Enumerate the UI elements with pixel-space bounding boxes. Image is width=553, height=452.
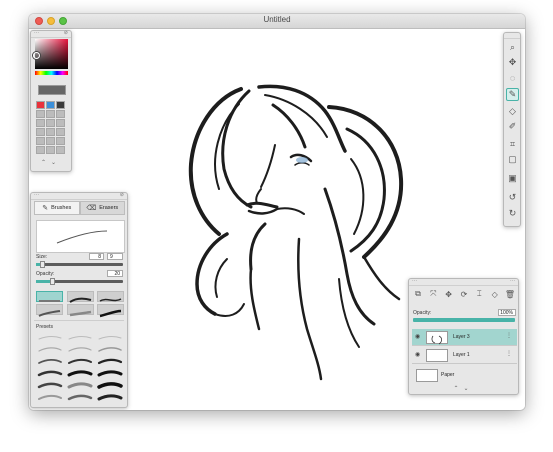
layer-thumbnail bbox=[426, 349, 448, 362]
size-label: Size: bbox=[36, 254, 48, 260]
panel-grip[interactable]: ··· ··· bbox=[409, 278, 518, 286]
tab-label: Erasers bbox=[99, 205, 119, 211]
swatch-empty[interactable] bbox=[46, 110, 55, 118]
text-icon[interactable]: ⌶ bbox=[473, 289, 485, 299]
layer-row[interactable]: ◉ Layer 1 ⋮ bbox=[412, 347, 517, 364]
eraser-icon[interactable]: ◇ bbox=[489, 290, 501, 299]
layer-opacity-slider[interactable] bbox=[413, 318, 515, 322]
color-panel: ··· ⊘ ⌃⌄ bbox=[30, 30, 72, 172]
zoom-icon[interactable]: ⌕ bbox=[506, 41, 519, 54]
tab-brushes[interactable]: ✎ Brushes bbox=[34, 201, 80, 215]
preset-strokes[interactable] bbox=[35, 333, 125, 408]
brush-icon[interactable]: ✎ bbox=[506, 88, 519, 101]
swatch-empty[interactable] bbox=[36, 137, 45, 145]
color-picker-handle[interactable] bbox=[33, 52, 40, 59]
brush-stroke-option[interactable] bbox=[97, 304, 124, 318]
visibility-icon[interactable]: ◉ bbox=[415, 351, 420, 358]
hue-slider[interactable] bbox=[35, 71, 68, 75]
eraser-icon[interactable]: ◇ bbox=[506, 105, 519, 118]
layer-row[interactable]: ◉ Layer 3 ⋮ bbox=[412, 329, 517, 346]
swatch-empty[interactable] bbox=[56, 137, 65, 145]
swatch-empty[interactable] bbox=[56, 128, 65, 136]
panel-grip[interactable]: ··· ⊘ bbox=[31, 192, 127, 200]
layer-toolbar: ⧉ ⤧ ✥ ⟳ ⌶ ◇ 🗑 bbox=[412, 287, 516, 301]
swatch-empty[interactable] bbox=[36, 128, 45, 136]
size-input[interactable]: 8 bbox=[89, 253, 104, 260]
layer-thumbnail bbox=[416, 369, 438, 382]
swatch-page-arrows[interactable]: ⌃⌄ bbox=[31, 159, 71, 166]
swatch-empty[interactable] bbox=[46, 137, 55, 145]
layer-row[interactable]: Paper bbox=[412, 367, 517, 384]
lasso-icon[interactable]: ◌ bbox=[506, 71, 519, 84]
brush-stroke-row bbox=[36, 304, 124, 318]
duplicate-icon[interactable]: ⧉ bbox=[412, 289, 424, 299]
swatch-dark[interactable] bbox=[56, 101, 65, 109]
brush-stroke-option[interactable] bbox=[36, 304, 63, 317]
layer-menu-icon[interactable]: ⋮ bbox=[506, 350, 512, 357]
layer-opacity-label: Opacity: bbox=[413, 310, 432, 316]
panel-grip[interactable]: ··· ⊘ bbox=[31, 30, 71, 38]
tool-palette: ⌕ ✥ ◌ ✎ ◇ ✐ ⌗ ▢ ▣ ↺ ↻ bbox=[503, 32, 521, 227]
presets-label: Presets bbox=[36, 324, 53, 330]
brush-panel: ··· ⊘ ✎ Brushes ⌫ Erasers Size: 8 9 Opaci… bbox=[30, 192, 128, 408]
brush-stroke-option[interactable] bbox=[66, 291, 94, 303]
tab-label: Brushes bbox=[51, 205, 72, 211]
saturation-value-picker[interactable] bbox=[33, 39, 68, 69]
brush-stroke-option[interactable] bbox=[66, 304, 94, 317]
title-bar: Untitled bbox=[29, 14, 525, 29]
brush-preview bbox=[36, 220, 125, 253]
layer-name: Layer 3 bbox=[453, 334, 470, 340]
swatch-empty[interactable] bbox=[56, 119, 65, 127]
transform-icon[interactable]: ⤧ bbox=[427, 289, 439, 299]
selection-icon[interactable]: ▢ bbox=[506, 153, 519, 166]
swatch-empty[interactable] bbox=[46, 128, 55, 136]
window-title: Untitled bbox=[263, 15, 291, 24]
layer-name: Paper bbox=[441, 372, 455, 378]
panel-grip[interactable] bbox=[504, 33, 520, 39]
layer-thumbnail bbox=[426, 331, 448, 345]
brush-icon: ✎ bbox=[42, 205, 49, 212]
layer-scroll-arrows[interactable]: ⌃⌄ bbox=[409, 385, 518, 392]
swatch-empty[interactable] bbox=[46, 146, 55, 154]
brush-stroke-row bbox=[36, 291, 124, 303]
swatch-empty[interactable] bbox=[36, 119, 45, 127]
layer-name: Layer 1 bbox=[453, 352, 470, 358]
opacity-input[interactable]: 20 bbox=[107, 270, 123, 277]
swatch-empty[interactable] bbox=[56, 110, 65, 118]
redo-icon[interactable]: ↻ bbox=[506, 207, 519, 220]
tab-erasers[interactable]: ⌫ Erasers bbox=[79, 201, 125, 215]
visibility-icon[interactable]: ◉ bbox=[415, 333, 420, 340]
app-window: Untitled ··· ⊘ ⌃⌄ ··· ⊘ ✎ Brushes ⌫ Eras… bbox=[29, 14, 525, 410]
size-max-input[interactable]: 9 bbox=[107, 253, 123, 260]
swatch-empty[interactable] bbox=[56, 146, 65, 154]
swatch-empty[interactable] bbox=[36, 146, 45, 154]
move-icon[interactable]: ✥ bbox=[443, 290, 455, 299]
slider-knob[interactable] bbox=[40, 261, 45, 268]
move-icon[interactable]: ✥ bbox=[506, 56, 519, 69]
crop-icon[interactable]: ⌗ bbox=[506, 138, 519, 151]
swatch-grid bbox=[36, 101, 67, 154]
swatch-empty[interactable] bbox=[46, 119, 55, 127]
current-color-swatch[interactable] bbox=[38, 85, 66, 95]
opacity-slider[interactable] bbox=[36, 278, 123, 285]
swatch-blue[interactable] bbox=[46, 101, 55, 109]
opacity-label: Opacity: bbox=[36, 271, 55, 277]
brush-stroke-option[interactable] bbox=[36, 291, 63, 302]
swatch-red[interactable] bbox=[36, 101, 45, 109]
rotate-icon[interactable]: ⟳ bbox=[458, 290, 470, 299]
size-slider[interactable] bbox=[36, 261, 123, 268]
layer-menu-icon[interactable]: ⋮ bbox=[506, 332, 512, 339]
eraser-icon: ⌫ bbox=[86, 205, 97, 212]
trash-icon[interactable]: 🗑 bbox=[504, 290, 516, 299]
slider-knob[interactable] bbox=[50, 278, 55, 285]
layers-panel: ··· ··· ⧉ ⤧ ✥ ⟳ ⌶ ◇ 🗑 Opacity: 100% ◉ Lay… bbox=[408, 278, 519, 395]
image-icon[interactable]: ▣ bbox=[506, 172, 519, 185]
swatch-empty[interactable] bbox=[36, 110, 45, 118]
undo-icon[interactable]: ↺ bbox=[506, 191, 519, 204]
layer-opacity-input[interactable]: 100% bbox=[498, 309, 516, 316]
brush-stroke-option[interactable] bbox=[97, 291, 124, 302]
smudge-icon[interactable]: ✐ bbox=[506, 120, 519, 133]
